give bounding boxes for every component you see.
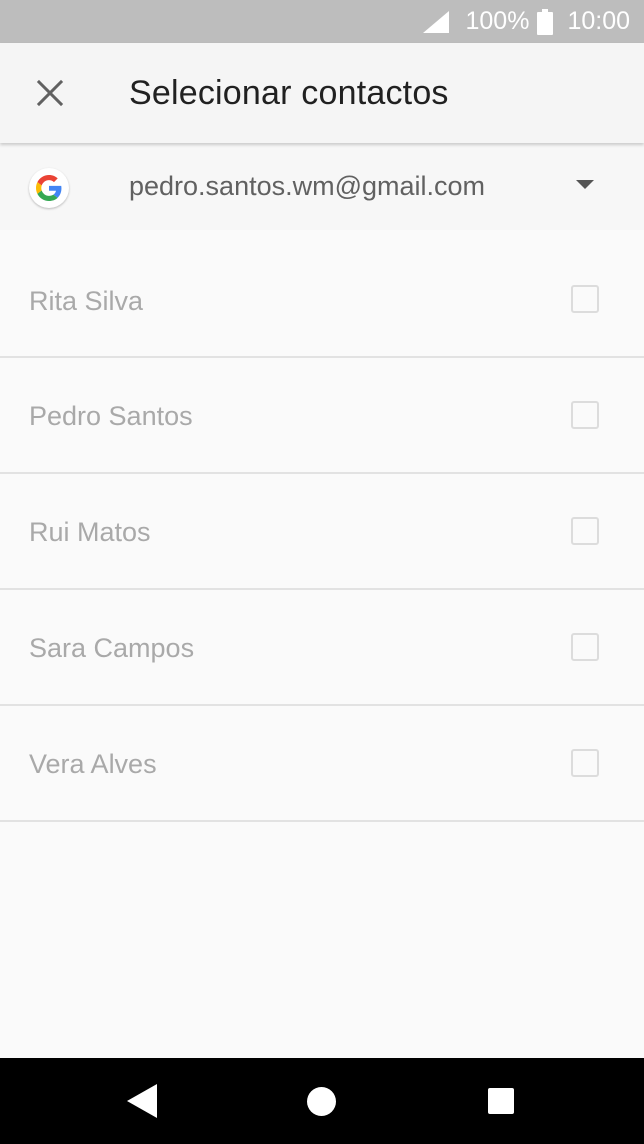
dropdown-arrow-icon[interactable] [576, 180, 594, 189]
contact-checkbox[interactable] [571, 749, 599, 777]
google-icon [29, 168, 69, 208]
close-icon [36, 79, 64, 107]
account-selector[interactable]: pedro.santos.wm@gmail.com [0, 143, 644, 230]
app-bar: Selecionar contactos [0, 43, 644, 143]
contact-name: Sara Campos [29, 633, 195, 663]
close-button[interactable] [20, 63, 80, 123]
account-email: pedro.santos.wm@gmail.com [129, 171, 486, 201]
signal-icon [423, 10, 450, 33]
home-icon[interactable] [307, 1087, 336, 1116]
battery-icon [537, 8, 554, 35]
contact-name: Pedro Santos [29, 401, 193, 431]
list-item[interactable]: Rui Matos [0, 474, 644, 590]
list-item[interactable]: Sara Campos [0, 590, 644, 706]
recents-icon[interactable] [488, 1088, 514, 1114]
contact-checkbox[interactable] [571, 285, 599, 313]
list-item[interactable]: Pedro Santos [0, 358, 644, 474]
contact-name: Rui Matos [29, 517, 151, 547]
contact-name: Vera Alves [29, 749, 157, 779]
contact-list: Rita Silva Pedro Santos Rui Matos Sara C… [0, 242, 644, 822]
screen: 100% 10:00 Selecionar contactos pedro.sa… [0, 0, 644, 1144]
battery-percent: 100% [465, 7, 530, 35]
navigation-bar [0, 1058, 644, 1144]
contact-checkbox[interactable] [571, 401, 599, 429]
contact-name: Rita Silva [29, 286, 144, 316]
status-bar: 100% 10:00 [0, 0, 644, 43]
contact-checkbox[interactable] [571, 517, 599, 545]
list-item[interactable]: Rita Silva [0, 242, 644, 358]
contact-checkbox[interactable] [571, 633, 599, 661]
page-title: Selecionar contactos [129, 74, 449, 112]
back-icon[interactable] [127, 1084, 157, 1118]
status-time: 10:00 [567, 7, 630, 35]
list-item[interactable]: Vera Alves [0, 706, 644, 822]
